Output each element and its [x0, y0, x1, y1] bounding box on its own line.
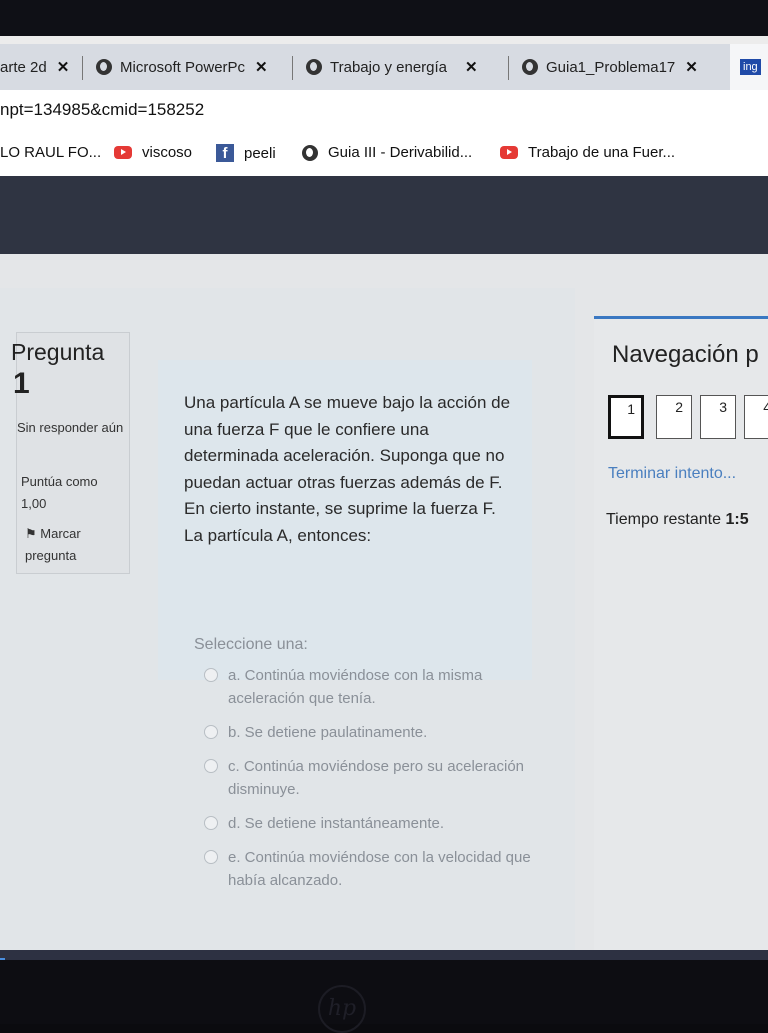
hp-logo: hp [318, 985, 366, 1033]
tab-guia1[interactable]: Guia1_Problema17 ✕ [522, 44, 722, 90]
quiz-navigation: Navegación p 1 2 3 4 Terminar intento...… [594, 316, 768, 959]
question-number: 1 [13, 367, 30, 400]
answer-block: Seleccione una: a. Continúa moviéndose c… [194, 636, 534, 903]
bookmark-label: peeli [244, 144, 276, 162]
bookmark-item[interactable]: Guia III - Derivabilid... [302, 144, 472, 161]
tab-arte[interactable]: arte 2d ✕ [0, 44, 78, 90]
monitor-bezel-bottom [0, 960, 768, 1024]
bookmark-item[interactable]: LO RAUL FO... [0, 144, 101, 161]
tab-label: Guia1_Problema17 [546, 58, 676, 76]
finish-attempt-link[interactable]: Terminar intento... [608, 465, 736, 483]
bookmark-item[interactable]: Trabajo de una Fuer... [500, 144, 675, 161]
nav-question-button[interactable]: 4 [744, 395, 768, 439]
radio-button[interactable] [204, 816, 218, 830]
radio-button[interactable] [204, 725, 218, 739]
taskbar [0, 950, 768, 960]
nav-question-button[interactable]: 3 [700, 395, 736, 439]
question-text-box: Una partícula A se mueve bajo la acción … [158, 360, 532, 680]
navigation-title: Navegación p [612, 341, 759, 368]
youtube-icon [114, 146, 132, 159]
question-status: Sin responder aún [17, 420, 124, 435]
question-label: Pregunta [11, 339, 105, 365]
tab-separator [82, 56, 83, 80]
grade-label: Puntúa como [21, 474, 98, 489]
monitor-bezel-top [0, 0, 768, 36]
flag-question-button[interactable]: ⚑ Marcar pregunta [25, 523, 125, 567]
bookmark-item[interactable]: f peeli [216, 144, 276, 162]
radio-button[interactable] [204, 850, 218, 864]
nav-question-button[interactable]: 2 [656, 395, 692, 439]
close-icon[interactable]: ✕ [57, 58, 70, 76]
tab-bar: arte 2d ✕ Microsoft PowerPc ✕ Trabajo y … [0, 44, 768, 90]
close-icon[interactable]: ✕ [465, 58, 478, 76]
bookmark-label: Trabajo de una Fuer... [528, 144, 676, 161]
answer-option-c[interactable]: c. Continúa moviéndose pero su aceleraci… [194, 755, 534, 801]
flag-icon: ⚑ [25, 526, 37, 541]
globe-icon [302, 144, 318, 161]
option-label: e. Continúa moviéndose con la velocidad … [228, 849, 531, 889]
timer: Tiempo restante 1:5 [606, 511, 749, 529]
timer-value: 1:5 [725, 511, 749, 528]
tab-label: ing [740, 59, 761, 75]
address-url: npt=134985&cmid=158252 [0, 100, 205, 119]
tab-label: Microsoft PowerPc [120, 58, 246, 76]
tab-label: Trabajo y energía [330, 58, 448, 76]
timer-label: Tiempo restante [606, 511, 722, 528]
question-info: Pregunta 1 Sin responder aún Puntúa como… [11, 332, 130, 574]
globe-icon [306, 59, 322, 75]
close-icon[interactable]: ✕ [685, 58, 698, 76]
facebook-icon: f [216, 144, 234, 162]
grade-info: Puntúa como 1,00 [21, 471, 98, 515]
bookmark-label: LO RAUL FO... [0, 144, 102, 161]
youtube-icon [500, 146, 518, 159]
tab-trabajo-energia[interactable]: Trabajo y energía ✕ [306, 44, 496, 90]
option-label: a. Continúa moviéndose con la misma acel… [228, 667, 483, 707]
address-bar[interactable]: npt=134985&cmid=158252 [0, 90, 768, 135]
screen: arte 2d ✕ Microsoft PowerPc ✕ Trabajo y … [0, 30, 768, 960]
option-label: c. Continúa moviéndose pero su aceleraci… [228, 758, 525, 798]
option-label: d. Se detiene instantáneamente. [228, 815, 444, 832]
tab-label: arte 2d [0, 58, 47, 76]
tab-active[interactable]: ing [730, 44, 768, 90]
bookmarks-bar: LO RAUL FO... viscoso f peeli Guia III -… [0, 134, 768, 177]
answer-prompt: Seleccione una: [194, 636, 308, 653]
bookmark-label: Guia III - Derivabilid... [328, 144, 473, 161]
quiz-page: Pregunta 1 Sin responder aún Puntúa como… [0, 254, 768, 960]
tab-powerpoint[interactable]: Microsoft PowerPc ✕ [96, 44, 282, 90]
answer-option-d[interactable]: d. Se detiene instantáneamente. [194, 812, 534, 835]
answer-option-e[interactable]: e. Continúa moviéndose con la velocidad … [194, 846, 534, 892]
tab-separator [508, 56, 509, 80]
site-header [0, 176, 768, 254]
answer-option-b[interactable]: b. Se detiene paulatinamente. [194, 721, 534, 744]
globe-icon [96, 59, 112, 75]
globe-icon [522, 59, 538, 75]
radio-button[interactable] [204, 668, 218, 682]
close-icon[interactable]: ✕ [255, 58, 268, 76]
option-label: b. Se detiene paulatinamente. [228, 724, 428, 741]
answer-option-a[interactable]: a. Continúa moviéndose con la misma acel… [194, 664, 534, 710]
bookmark-item[interactable]: viscoso [114, 144, 192, 161]
grade-value: 1,00 [21, 496, 47, 511]
question-text: Una partícula A se mueve bajo la acción … [184, 393, 511, 545]
tab-separator [292, 56, 293, 80]
radio-button[interactable] [204, 759, 218, 773]
nav-question-button[interactable]: 1 [608, 395, 644, 439]
bookmark-label: viscoso [142, 144, 193, 161]
